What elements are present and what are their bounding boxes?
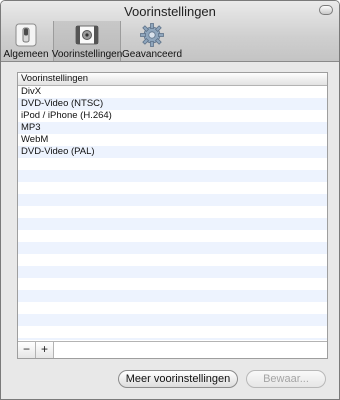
toolbar-label-algemeen: Algemeen [3, 49, 49, 60]
list-item[interactable]: iPod / iPhone (H.264) [18, 110, 327, 122]
remove-preset-button[interactable]: − [18, 342, 36, 358]
list-footer: − + [18, 341, 327, 358]
preferences-window: Voorinstellingen Algemeen Voorinstelling… [0, 0, 340, 400]
switch-icon [11, 21, 41, 49]
film-presets-icon [72, 21, 102, 49]
save-button[interactable]: Bewaar... [246, 370, 326, 388]
toolbar: Voorinstellingen Algemeen Voorinstelling… [1, 1, 339, 62]
list-item[interactable]: DVD-Video (NTSC) [18, 98, 327, 110]
gear-icon [137, 21, 167, 49]
list-item[interactable]: WebM [18, 134, 327, 146]
toolbar-toggle-button[interactable] [319, 5, 333, 15]
column-header-voorinstellingen[interactable]: Voorinstellingen [18, 73, 327, 86]
toolbar-label-voorinstellingen: Voorinstellingen [51, 49, 123, 60]
toolbar-label-geavanceerd: Geavanceerd [121, 49, 183, 60]
list-item[interactable]: DVD-Video (PAL) [18, 146, 327, 158]
toolbar-item-algemeen[interactable]: Algemeen [3, 21, 49, 61]
window-title: Voorinstellingen [124, 4, 216, 19]
list-item[interactable]: DivX [18, 86, 327, 98]
add-preset-button[interactable]: + [36, 342, 54, 358]
list-item[interactable]: MP3 [18, 122, 327, 134]
toolbar-item-geavanceerd[interactable]: Geavanceerd [121, 21, 183, 61]
more-presets-button[interactable]: Meer voorinstellingen [118, 370, 238, 388]
presets-list: DivX DVD-Video (NTSC) iPod / iPhone (H.2… [18, 86, 327, 340]
toolbar-item-voorinstellingen[interactable]: Voorinstellingen [51, 21, 123, 61]
presets-table: Voorinstellingen DivX DVD-Video (NTSC) i… [17, 72, 328, 359]
